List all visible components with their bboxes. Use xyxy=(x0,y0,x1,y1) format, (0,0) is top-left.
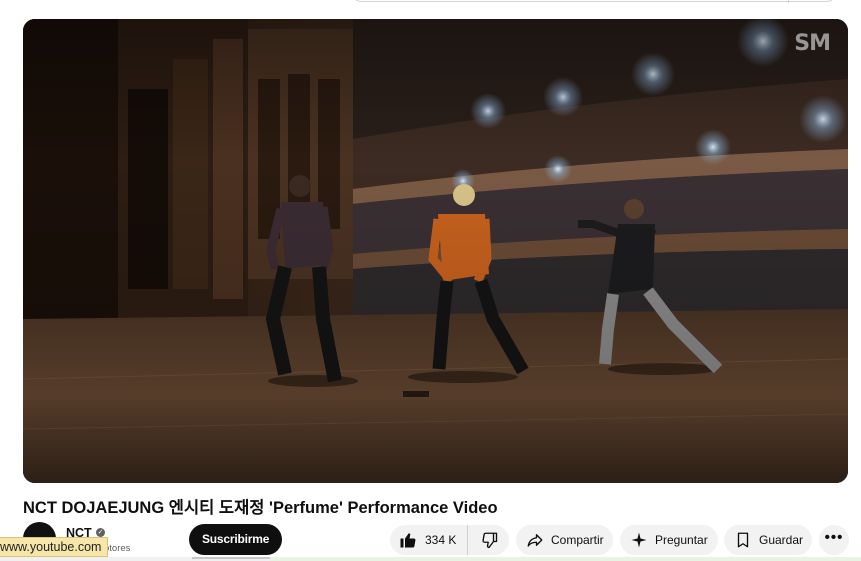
video-player[interactable]: SM xyxy=(23,19,848,483)
sm-watermark: SM xyxy=(794,31,831,56)
more-actions-button[interactable]: ••• xyxy=(819,525,849,555)
search-bar-bottom-edge[interactable] xyxy=(350,0,838,3)
like-button[interactable]: 334 K xyxy=(390,525,468,555)
bottom-strip xyxy=(0,557,861,561)
bottom-strip-green xyxy=(270,557,861,561)
like-count: 334 K xyxy=(425,533,457,547)
save-button[interactable]: Guardar xyxy=(724,525,812,555)
video-title: NCT DOJAEJUNG 엔시티 도재정 'Perfume' Performa… xyxy=(23,499,498,517)
share-button[interactable]: Compartir xyxy=(516,525,613,555)
sparkle-icon xyxy=(629,530,649,550)
channel-action-row: NCT ✓ de suscriptores Suscribirme 334 K … xyxy=(23,522,849,558)
ask-label: Preguntar xyxy=(655,533,708,547)
dislike-button[interactable] xyxy=(468,525,509,555)
subscribe-button[interactable]: Suscribirme xyxy=(189,524,283,555)
video-frame xyxy=(23,19,848,483)
like-dislike-group: 334 K xyxy=(390,525,509,555)
share-label: Compartir xyxy=(551,533,604,547)
thumbs-up-icon xyxy=(398,530,418,550)
status-url-tooltip: www.youtube.com xyxy=(0,537,109,557)
search-divider xyxy=(788,0,789,3)
ask-button[interactable]: Preguntar xyxy=(620,525,718,555)
share-arrow-icon xyxy=(525,530,545,550)
verified-check-icon: ✓ xyxy=(96,528,105,537)
bookmark-icon xyxy=(733,530,753,550)
save-label: Guardar xyxy=(759,533,804,547)
thumbs-down-icon xyxy=(479,530,499,550)
bottom-strip-grey xyxy=(192,557,270,559)
